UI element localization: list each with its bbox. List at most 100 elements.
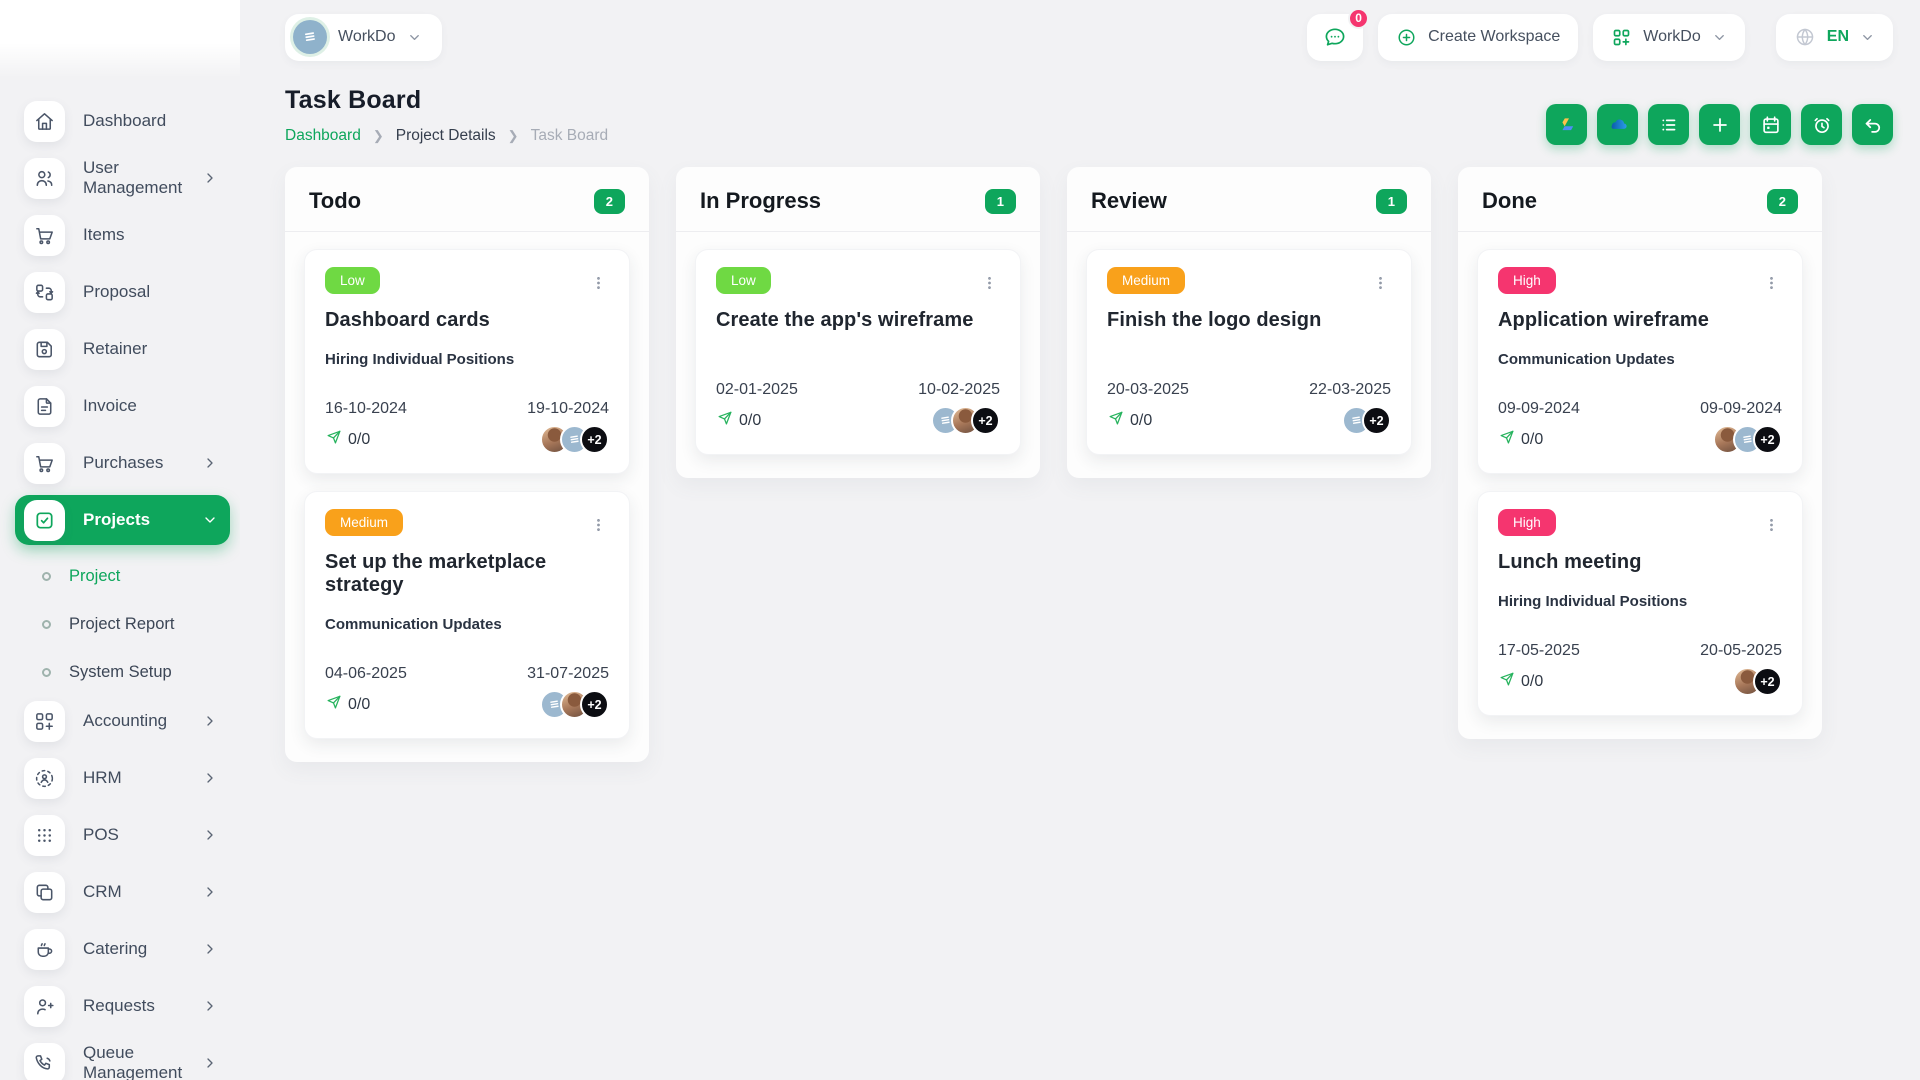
avatar-more-count[interactable]: +2 (971, 406, 1000, 435)
card-menu-button[interactable] (981, 267, 1000, 298)
sidebar-item-requests[interactable]: Requests (0, 981, 230, 1031)
task-card[interactable]: High Lunch meeting Hiring Individual Pos… (1477, 491, 1803, 716)
task-title: Set up the marketplace strategy (325, 551, 547, 596)
chevron-down-icon (202, 512, 218, 528)
sidebar-item-user-management[interactable]: User Management (0, 153, 230, 203)
app-switcher-button[interactable]: WorkDo (1593, 13, 1745, 61)
chevron-down-icon (407, 30, 422, 45)
hrm-icon (33, 767, 56, 790)
avatar-stack: +2 (931, 406, 1000, 435)
sidebar-item-invoice[interactable]: Invoice (0, 381, 230, 431)
card-menu-button[interactable] (1372, 267, 1391, 298)
kanban-column-todo: Todo 2 Low Dashboard cards Hiring Indivi… (285, 167, 649, 762)
toolbar-timer-button[interactable] (1801, 104, 1842, 145)
catering-icon (33, 938, 56, 961)
avatar-more-count[interactable]: +2 (580, 425, 609, 454)
sidebar-item-catering[interactable]: Catering (0, 924, 230, 974)
page-header: Task Board Dashboard ❯ Project Details ❯ Tas… (285, 86, 1893, 145)
avatar-more-count[interactable]: +2 (1362, 406, 1391, 435)
workspace-avatar (293, 20, 327, 54)
sidebar-item-pos[interactable]: POS (0, 810, 230, 860)
toolbar-onedrive-button[interactable] (1597, 104, 1638, 145)
dots-vertical-icon (1372, 277, 1389, 298)
list-icon (1658, 114, 1680, 136)
language-selector[interactable]: EN (1775, 13, 1893, 61)
task-milestone (716, 351, 1000, 353)
task-end-date: 10-02-2025 (918, 381, 1000, 398)
task-card[interactable]: High Application wireframe Communication… (1477, 249, 1803, 474)
avatar-more-count[interactable]: +2 (1753, 667, 1782, 696)
sidebar-item-label: Queue Management (83, 1043, 183, 1080)
task-card[interactable]: Medium Set up the marketplace strategy C… (304, 491, 630, 739)
task-card[interactable]: Medium Finish the logo design 20-03-2025… (1086, 249, 1412, 455)
onedrive-icon (1607, 114, 1629, 136)
kanban-board: Todo 2 Low Dashboard cards Hiring Indivi… (285, 167, 1893, 762)
avatar-more-count[interactable]: +2 (580, 690, 609, 719)
sidebar-item-label: Catering (83, 939, 148, 958)
toolbar-undo-button[interactable] (1852, 104, 1893, 145)
chevron-right-icon (202, 170, 218, 186)
subtask-progress: 0/0 (1498, 670, 1543, 693)
sidebar-item-crm[interactable]: CRM (0, 867, 230, 917)
card-menu-button[interactable] (590, 267, 609, 298)
priority-badge: Medium (1107, 267, 1186, 294)
sidebar-item-proposal[interactable]: Proposal (0, 267, 230, 317)
priority-badge: High (1498, 509, 1556, 536)
globe-icon (1794, 26, 1816, 48)
cart-icon (33, 452, 56, 475)
toolbar-calendar-button[interactable] (1750, 104, 1791, 145)
task-start-date: 02-01-2025 (716, 381, 798, 398)
sidebar-item-label: Dashboard (83, 111, 167, 130)
sidebar-item-label: POS (83, 825, 119, 844)
projects-icon (33, 509, 56, 532)
sidebar-item-dashboard[interactable]: Dashboard (0, 96, 230, 146)
breadcrumb-separator: ❯ (372, 128, 384, 143)
send-icon (1498, 428, 1516, 451)
sidebar-subitem-project[interactable]: Project (0, 552, 240, 600)
task-start-date: 16-10-2024 (325, 400, 407, 417)
breadcrumb-dashboard[interactable]: Dashboard (285, 127, 361, 145)
sidebar-item-purchases[interactable]: Purchases (0, 438, 230, 488)
task-card[interactable]: Low Dashboard cards Hiring Individual Po… (304, 249, 630, 474)
sidebar-item-projects[interactable]: Projects (15, 495, 230, 545)
subtask-progress: 0/0 (716, 409, 761, 432)
card-menu-button[interactable] (1763, 267, 1782, 298)
sidebar-item-items[interactable]: Items (0, 210, 230, 260)
toolbar-list-button[interactable] (1648, 104, 1689, 145)
undo-icon (1862, 114, 1884, 136)
task-title: Finish the logo design (1107, 309, 1322, 331)
avatar-more-count[interactable]: +2 (1753, 425, 1782, 454)
workspace-selector[interactable]: WorkDo (285, 13, 442, 61)
task-title: Dashboard cards (325, 309, 490, 331)
messenger-button[interactable]: 0 (1307, 7, 1370, 61)
chevron-right-icon (202, 455, 218, 471)
sidebar-item-label: Projects (83, 510, 151, 529)
chevron-right-icon (202, 1055, 218, 1071)
sidebar-item-retainer[interactable]: Retainer (0, 324, 230, 374)
create-workspace-button[interactable]: Create Workspace (1378, 13, 1579, 61)
sidebar-subitem-project-report[interactable]: Project Report (0, 600, 240, 648)
chat-icon (1323, 25, 1347, 49)
sidebar-subitem-system-setup[interactable]: System Setup (0, 648, 240, 696)
task-milestone: Communication Updates (1498, 351, 1675, 368)
toolbar-add-button[interactable] (1699, 104, 1740, 145)
bullet-icon (42, 667, 51, 677)
avatar-stack: +2 (540, 425, 609, 454)
sidebar-nav: Dashboard User Management Items Proposal… (0, 96, 240, 1080)
card-menu-button[interactable] (1763, 509, 1782, 540)
toolbar-google-drive-button[interactable] (1546, 104, 1587, 145)
sidebar-item-label: User Management (83, 158, 183, 197)
chevron-right-icon (202, 713, 218, 729)
sidebar-item-label: Requests (83, 996, 155, 1015)
sidebar-item-label: Proposal (83, 282, 151, 301)
language-code: EN (1826, 28, 1849, 45)
task-start-date: 17-05-2025 (1498, 642, 1580, 659)
card-menu-button[interactable] (590, 509, 609, 540)
sidebar-item-accounting[interactable]: Accounting (0, 696, 230, 746)
task-milestone: Communication Updates (325, 616, 502, 633)
calendar-icon (1760, 114, 1782, 136)
breadcrumb-project-details[interactable]: Project Details (396, 127, 496, 145)
sidebar-item-queue-management[interactable]: Queue Management (0, 1038, 230, 1080)
sidebar-item-hrm[interactable]: HRM (0, 753, 230, 803)
task-card[interactable]: Low Create the app's wireframe 02-01-202… (695, 249, 1021, 455)
